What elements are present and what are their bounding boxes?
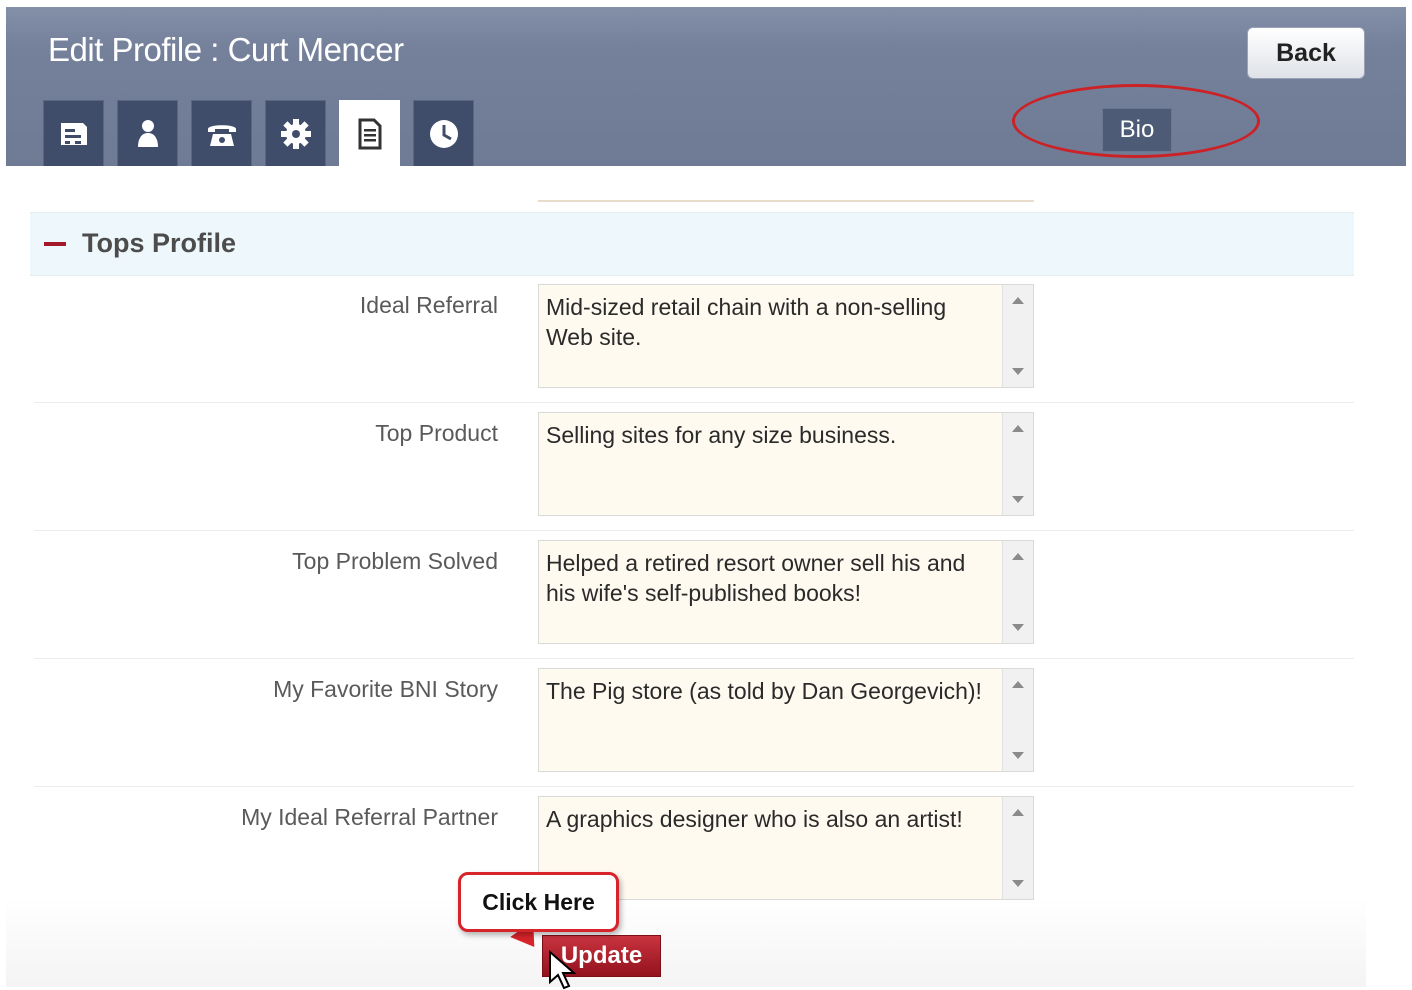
scrollbar[interactable] (1002, 413, 1033, 515)
company-icon (60, 122, 87, 145)
field-value[interactable]: Helped a retired resort owner sell his a… (546, 548, 986, 608)
form-row: Top Product Selling sites for any size b… (34, 402, 1354, 531)
section-header[interactable]: Tops Profile (30, 212, 1354, 276)
scroll-up-icon[interactable] (1012, 425, 1024, 432)
phone-icon (207, 124, 236, 146)
scroll-down-icon[interactable] (1012, 752, 1024, 759)
field-label: Top Product (375, 420, 498, 446)
form-row: Ideal Referral Mid-sized retail chain wi… (34, 274, 1354, 403)
field-value[interactable]: Mid-sized retail chain with a non-sellin… (546, 292, 986, 352)
back-button[interactable]: Back (1247, 27, 1365, 79)
field-value[interactable]: A graphics designer who is also an artis… (546, 804, 986, 834)
field-label: My Ideal Referral Partner (241, 804, 498, 830)
person-icon (137, 119, 158, 147)
clock-icon (429, 119, 458, 148)
field-label: Ideal Referral (359, 292, 498, 318)
scrollbar[interactable] (1002, 541, 1033, 643)
click-here-callout: Click Here (458, 872, 619, 932)
section-title: Tops Profile (82, 228, 237, 258)
mouse-cursor-icon (549, 950, 577, 990)
tab-person[interactable] (117, 100, 178, 166)
ideal-referral-textarea[interactable]: Mid-sized retail chain with a non-sellin… (538, 284, 1034, 388)
document-icon (358, 118, 381, 149)
top-product-textarea[interactable]: Selling sites for any size business. (538, 412, 1034, 516)
tab-history[interactable] (413, 100, 474, 166)
gear-icon (280, 118, 311, 149)
scroll-up-icon[interactable] (1012, 681, 1024, 688)
form-row: Top Problem Solved Helped a retired reso… (34, 530, 1354, 659)
field-value[interactable]: Selling sites for any size business. (546, 420, 986, 450)
tab-company[interactable] (43, 100, 104, 166)
scroll-down-icon[interactable] (1012, 624, 1024, 631)
content-area: Tops Profile Ideal Referral Mid-sized re… (6, 166, 1366, 990)
field-label: My Favorite BNI Story (273, 676, 498, 702)
scroll-up-icon[interactable] (1012, 553, 1024, 560)
scroll-down-icon[interactable] (1012, 496, 1024, 503)
tab-bio[interactable] (339, 100, 400, 166)
previous-field-edge (538, 196, 1034, 202)
scroll-down-icon[interactable] (1012, 368, 1024, 375)
field-value[interactable]: The Pig store (as told by Dan Georgevich… (546, 676, 986, 706)
scroll-down-icon[interactable] (1012, 880, 1024, 887)
scroll-up-icon[interactable] (1012, 809, 1024, 816)
form-row: My Ideal Referral Partner A graphics des… (34, 786, 1354, 914)
top-problem-solved-textarea[interactable]: Helped a retired resort owner sell his a… (538, 540, 1034, 644)
scrollbar[interactable] (1002, 285, 1033, 387)
tab-phone[interactable] (191, 100, 252, 166)
scroll-up-icon[interactable] (1012, 297, 1024, 304)
scrollbar[interactable] (1002, 669, 1033, 771)
highlight-circle (1012, 84, 1260, 158)
favorite-bni-story-textarea[interactable]: The Pig store (as told by Dan Georgevich… (538, 668, 1034, 772)
scrollbar[interactable] (1002, 797, 1033, 899)
collapse-icon[interactable] (44, 242, 66, 246)
form-row: My Favorite BNI Story The Pig store (as … (34, 658, 1354, 787)
field-label: Top Problem Solved (292, 548, 498, 574)
tab-bar (43, 100, 474, 166)
page-title: Edit Profile : Curt Mencer (48, 31, 404, 68)
tab-settings[interactable] (265, 100, 326, 166)
